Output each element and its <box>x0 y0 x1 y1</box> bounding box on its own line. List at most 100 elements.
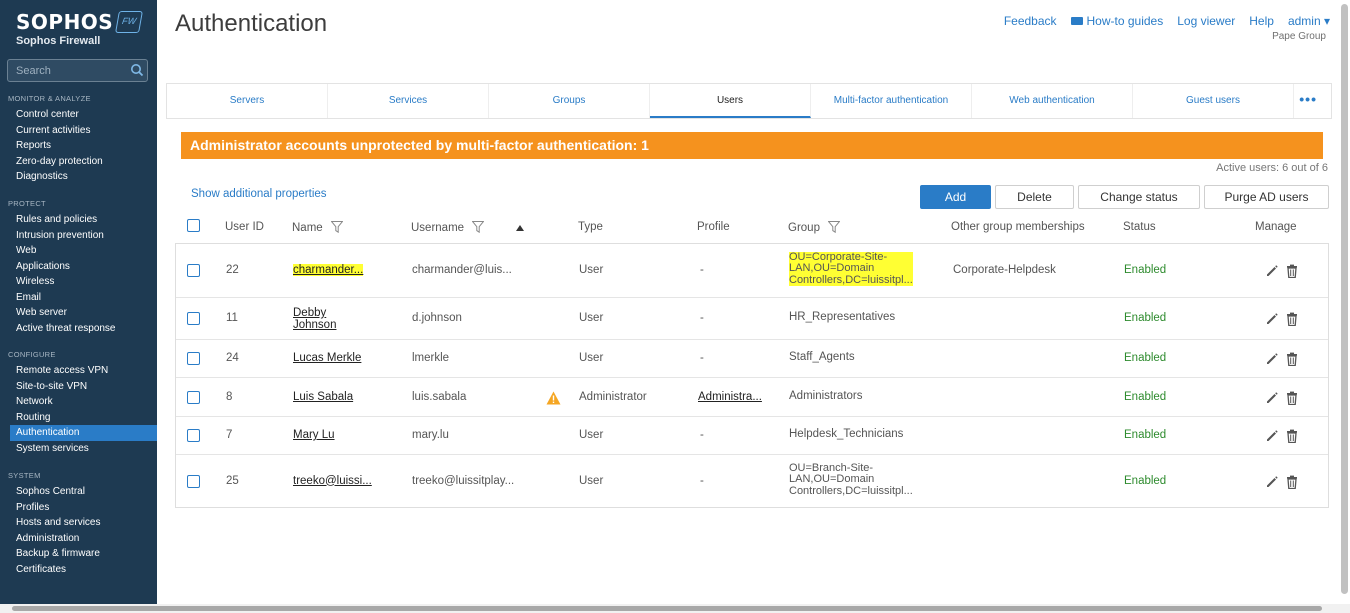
tab-users[interactable]: Users <box>650 84 811 118</box>
col-name[interactable]: Name <box>292 221 343 234</box>
select-all-checkbox[interactable] <box>187 219 200 232</box>
user-name-link[interactable]: treeko@luissi... <box>293 475 372 487</box>
table-row[interactable]: 11 Debby Johnson d.johnson User - HR_Represen… <box>176 297 1328 339</box>
table-row[interactable]: 7 Mary Lu mary.lu User - Helpdesk_Technicians… <box>176 416 1328 454</box>
search-input[interactable] <box>8 60 128 81</box>
col-user-id[interactable]: User ID <box>225 221 264 233</box>
row-checkbox[interactable] <box>187 352 200 365</box>
tab-guest-users[interactable]: Guest users <box>1133 84 1294 118</box>
filter-icon[interactable] <box>330 221 343 233</box>
mfa-warning-banner: Administrator accounts unprotected by mu… <box>181 132 1323 159</box>
trash-icon[interactable] <box>1285 429 1299 444</box>
warning-icon <box>546 391 561 405</box>
show-additional-properties-link[interactable]: Show additional properties <box>191 188 327 200</box>
tab-mfa[interactable]: Multi-factor authentication <box>811 84 972 118</box>
sidebar-item-email[interactable]: Email <box>0 290 157 306</box>
edit-icon[interactable] <box>1265 475 1279 489</box>
sidebar-item-web[interactable]: Web <box>0 243 157 259</box>
status-badge: Enabled <box>1124 474 1167 487</box>
sidebar-item-active-threat-response[interactable]: Active threat response <box>0 321 157 337</box>
tab-servers[interactable]: Servers <box>167 84 328 118</box>
tab-groups[interactable]: Groups <box>489 84 650 118</box>
scroll-thumb[interactable] <box>1341 4 1348 594</box>
edit-icon[interactable] <box>1265 429 1279 443</box>
row-checkbox[interactable] <box>187 312 200 325</box>
sidebar-item-backup-firmware[interactable]: Backup & firmware <box>0 546 157 562</box>
search-icon[interactable] <box>130 63 144 77</box>
help-link[interactable]: Help <box>1249 14 1274 28</box>
delete-button[interactable]: Delete <box>995 185 1074 209</box>
purge-ad-users-button[interactable]: Purge AD users <box>1204 185 1329 209</box>
sidebar-item-certificates[interactable]: Certificates <box>0 562 157 578</box>
sidebar-item-reports[interactable]: Reports <box>0 138 157 154</box>
sidebar-item-zero-day-protection[interactable]: Zero-day protection <box>0 154 157 170</box>
sidebar-item-web-server[interactable]: Web server <box>0 305 157 321</box>
howto-link[interactable]: How-to guides <box>1070 14 1163 28</box>
add-button[interactable]: Add <box>920 185 991 209</box>
sidebar-item-network[interactable]: Network <box>0 394 157 410</box>
trash-icon[interactable] <box>1285 391 1299 405</box>
profile: - <box>700 474 704 487</box>
sidebar-item-wireless[interactable]: Wireless <box>0 274 157 290</box>
trash-icon[interactable] <box>1285 352 1299 367</box>
user-name-link[interactable]: Luis Sabala <box>293 391 353 403</box>
filter-icon[interactable] <box>472 221 485 233</box>
sidebar-item-applications[interactable]: Applications <box>0 259 157 275</box>
search-box[interactable] <box>7 59 148 82</box>
sort-ascending-icon[interactable] <box>516 225 524 231</box>
log-viewer-link[interactable]: Log viewer <box>1177 14 1235 28</box>
sidebar-item-sophos-central[interactable]: Sophos Central <box>0 484 157 500</box>
sidebar-item-routing[interactable]: Routing <box>0 410 157 426</box>
group: Staff_Agents <box>789 351 855 363</box>
nav-section-heading: MONITOR & ANALYZE <box>8 94 91 103</box>
change-status-button[interactable]: Change status <box>1078 185 1200 209</box>
user-name-link[interactable]: Lucas Merkle <box>293 352 361 364</box>
sidebar-item-current-activities[interactable]: Current activities <box>0 123 157 139</box>
row-checkbox[interactable] <box>187 263 200 277</box>
sidebar-item-system-services[interactable]: System services <box>0 441 157 457</box>
table-row[interactable]: 25 treeko@luissi... treeko@luissitplay... U… <box>176 454 1328 507</box>
sidebar-item-profiles[interactable]: Profiles <box>0 500 157 516</box>
tab-web-auth[interactable]: Web authentication <box>972 84 1133 118</box>
col-group[interactable]: Group <box>788 221 840 234</box>
edit-icon[interactable] <box>1265 264 1279 278</box>
sidebar-item-remote-access-vpn[interactable]: Remote access VPN <box>0 363 157 379</box>
admin-menu[interactable]: admin ▾ <box>1288 14 1330 28</box>
table-row[interactable]: 22 charmander... charmander@luis... User - OU… <box>176 244 1328 297</box>
tab-services[interactable]: Services <box>328 84 489 118</box>
user-id: 24 <box>226 352 239 364</box>
table-row[interactable]: 24 Lucas Merkle lmerkle User - Staff_Agents En… <box>176 339 1328 377</box>
row-checkbox[interactable] <box>187 474 200 488</box>
edit-icon[interactable] <box>1265 352 1279 366</box>
sidebar-item-rules-and-policies[interactable]: Rules and policies <box>0 212 157 228</box>
scroll-thumb[interactable] <box>12 606 1322 611</box>
profile-link[interactable]: Administra... <box>698 391 762 403</box>
row-checkbox[interactable] <box>187 390 200 404</box>
sidebar-item-authentication[interactable]: Authentication <box>10 425 157 441</box>
more-tabs-icon[interactable]: ••• <box>1294 84 1331 118</box>
user-name-link[interactable]: Debby Johnson <box>293 307 336 331</box>
user-name-link[interactable]: charmander... <box>293 263 364 276</box>
vertical-scrollbar[interactable] <box>1338 0 1350 604</box>
col-username[interactable]: Username <box>411 221 485 234</box>
edit-icon[interactable] <box>1265 391 1279 405</box>
sidebar: SOPHOS Sophos Firewall FW MONITOR & ANAL… <box>0 0 157 604</box>
sidebar-item-diagnostics[interactable]: Diagnostics <box>0 169 157 185</box>
row-checkbox[interactable] <box>187 429 200 442</box>
edit-icon[interactable] <box>1265 312 1279 326</box>
sidebar-item-intrusion-prevention[interactable]: Intrusion prevention <box>0 228 157 244</box>
sidebar-item-control-center[interactable]: Control center <box>0 107 157 123</box>
horizontal-scrollbar[interactable] <box>0 604 1350 613</box>
profile: - <box>700 352 704 364</box>
feedback-link[interactable]: Feedback <box>1004 14 1057 28</box>
sidebar-item-hosts-and-services[interactable]: Hosts and services <box>0 515 157 531</box>
trash-icon[interactable] <box>1285 264 1299 278</box>
sidebar-item-site-to-site-vpn[interactable]: Site-to-site VPN <box>0 379 157 395</box>
sidebar-item-administration[interactable]: Administration <box>0 531 157 547</box>
trash-icon[interactable] <box>1285 312 1299 327</box>
nav-section-heading: CONFIGURE <box>8 350 56 359</box>
filter-icon[interactable] <box>827 221 840 233</box>
user-name-link[interactable]: Mary Lu <box>293 429 335 441</box>
table-row[interactable]: 8 Luis Sabala luis.sabala Administrator Admi… <box>176 377 1328 416</box>
trash-icon[interactable] <box>1285 475 1299 489</box>
